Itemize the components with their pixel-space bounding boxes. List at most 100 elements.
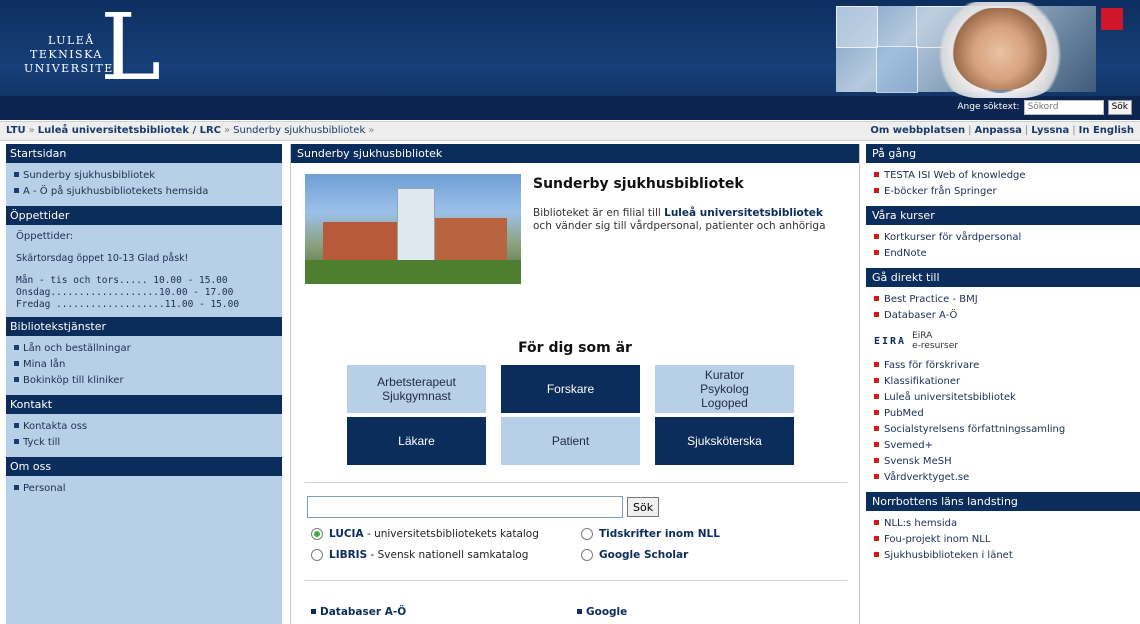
section-startsidan[interactable]: Startsidan	[6, 144, 282, 163]
header-red-square	[1101, 8, 1123, 30]
section-vara-kurser[interactable]: Våra kurser	[866, 206, 1140, 225]
section-pa-gang[interactable]: På gång	[866, 144, 1140, 163]
breadcrumb-separator: »	[224, 125, 231, 136]
ltu-logo[interactable]: L LULEÅ TEKNISKA UNIVERSITET	[8, 2, 178, 98]
bullet-red-square-icon	[874, 361, 879, 367]
audience-heading: För dig som är	[518, 340, 632, 356]
bullet-square-icon	[14, 422, 19, 428]
breadcrumb-library[interactable]: Luleå universitetsbibliotek / LRC	[38, 125, 221, 136]
bullet-square-icon	[14, 187, 19, 193]
right-link-svemed[interactable]: Svemed+	[874, 438, 1132, 454]
left-link-mina-lan[interactable]: Mina lån	[14, 357, 274, 373]
radio-selected-icon[interactable]	[311, 528, 323, 540]
bullet-red-square-icon	[874, 233, 879, 239]
left-link-sunderby[interactable]: Sunderby sjukhusbibliotek	[14, 168, 274, 184]
breadcrumb: LTU» Luleå universitetsbibliotek / LRC» Su…	[6, 125, 377, 136]
catalog-search-button[interactable]: Sök	[627, 497, 660, 517]
radio-icon[interactable]	[311, 549, 323, 561]
bullet-red-square-icon	[874, 409, 879, 415]
right-link-fass[interactable]: Fass för förskrivare	[874, 358, 1132, 374]
role-button-sjukskoterska[interactable]: Sjuksköterska	[655, 417, 794, 465]
breadcrumb-separator: »	[368, 125, 375, 136]
section-ga-direkt-till[interactable]: Gå direkt till	[866, 268, 1140, 287]
right-link-fou-projekt[interactable]: Fou-projekt inom NLL	[874, 532, 1132, 548]
role-button-forskare[interactable]: Forskare	[501, 365, 640, 413]
right-link-lulea-ub[interactable]: Luleå universitetsbibliotek	[874, 390, 1132, 406]
logo-line-2: TEKNISKA	[30, 48, 103, 61]
main-content: Sunderby sjukhusbibliotek Sunderby sjukh…	[290, 144, 860, 624]
left-link-a-o[interactable]: A - Ö på sjukhusbibliotekets hemsida	[14, 184, 274, 200]
role-button-arbetsterapeut[interactable]: Arbetsterapeut Sjukgymnast	[347, 365, 486, 413]
hours-label: Öppettider:	[16, 231, 74, 242]
bullet-square-icon	[14, 171, 19, 177]
bullet-red-square-icon	[874, 519, 879, 525]
catalog-search-input[interactable]	[307, 496, 623, 518]
link-om-webbplatsen[interactable]: Om webbplatsen	[870, 125, 965, 136]
right-link-endnote[interactable]: EndNote	[874, 246, 1132, 262]
hours-row: Mån - tis och tors..... 10.00 - 15.00	[16, 275, 228, 286]
link-lyssna[interactable]: Lyssna	[1031, 125, 1069, 136]
breadcrumb-bar: LTU» Luleå universitetsbibliotek / LRC» Su…	[0, 121, 1140, 141]
hours-row: Fredag ...................11.00 - 15.00	[16, 299, 240, 310]
bullet-square-icon	[577, 608, 582, 614]
right-link-testa-isi[interactable]: TESTA ISI Web of knowledge	[874, 168, 1132, 184]
right-sidebar: På gång TESTA ISI Web of knowledge E-böc…	[866, 144, 1140, 624]
left-link-lan[interactable]: Lån och beställningar	[14, 341, 274, 357]
header-search-label: Ange söktext:	[957, 102, 1020, 112]
link-google[interactable]: Google	[577, 606, 627, 618]
bullet-red-square-icon	[874, 377, 879, 383]
right-link-databaser[interactable]: Databaser A-Ö	[874, 308, 1132, 324]
search-option-lucia[interactable]: LUCIA - universitetsbibliotekets katalog	[311, 528, 539, 540]
header-search-input[interactable]	[1023, 99, 1104, 115]
logo-letter: L	[100, 0, 162, 101]
right-link-nll-hemsida[interactable]: NLL:s hemsida	[874, 516, 1132, 532]
section-om-oss[interactable]: Om oss	[6, 457, 282, 476]
search-option-tidskrifter[interactable]: Tidskrifter inom NLL	[581, 528, 720, 540]
role-button-patient[interactable]: Patient	[501, 417, 640, 465]
bullet-red-square-icon	[874, 187, 879, 193]
top-links: Om webbplatsen | Anpassa | Lyssna | In English	[870, 125, 1134, 136]
right-link-kortkurser[interactable]: Kortkurser för vårdpersonal	[874, 230, 1132, 246]
hospital-photo	[305, 174, 521, 284]
bullet-red-square-icon	[874, 441, 879, 447]
left-link-tyck-till[interactable]: Tyck till	[14, 435, 274, 451]
header-search-button[interactable]: Sök	[1107, 99, 1132, 115]
bullet-red-square-icon	[874, 535, 879, 541]
radio-icon[interactable]	[581, 528, 593, 540]
hours-row: Onsdag...................10.00 - 17.00	[16, 287, 234, 298]
eira-logo-mark: EIRA	[874, 335, 907, 347]
right-link-socialstyrelsen[interactable]: Socialstyrelsens författningssamling	[874, 422, 1132, 438]
right-link-svensk-mesh[interactable]: Svensk MeSH	[874, 454, 1132, 470]
intro-library-link[interactable]: Luleå universitetsbibliotek	[664, 207, 823, 219]
right-link-pubmed[interactable]: PubMed	[874, 406, 1132, 422]
right-link-vardverktyget[interactable]: Vårdverktyget.se	[874, 470, 1132, 486]
left-link-personal[interactable]: Personal	[14, 481, 274, 497]
link-databaser-a-o[interactable]: Databaser A-Ö	[311, 606, 406, 618]
right-link-e-bocker[interactable]: E-böcker från Springer	[874, 184, 1132, 200]
section-norrbottens-lans-landsting[interactable]: Norrbottens läns landsting	[866, 492, 1140, 511]
bullet-square-icon	[14, 484, 19, 490]
left-link-kontakta-oss[interactable]: Kontakta oss	[14, 419, 274, 435]
search-option-google-scholar[interactable]: Google Scholar	[581, 549, 688, 561]
radio-icon[interactable]	[581, 549, 593, 561]
section-oppettider[interactable]: Öppettider	[6, 206, 282, 225]
breadcrumb-ltu[interactable]: LTU	[6, 125, 26, 136]
search-option-libris[interactable]: LIBRIS - Svensk nationell samkatalog	[311, 549, 528, 561]
role-button-lakare[interactable]: Läkare	[347, 417, 486, 465]
header-photo-face	[952, 8, 1048, 90]
section-kontakt[interactable]: Kontakt	[6, 395, 282, 414]
right-link-sjukhusbiblioteken[interactable]: Sjukhusbiblioteken i länet	[874, 548, 1132, 564]
bullet-red-square-icon	[874, 311, 879, 317]
bullet-red-square-icon	[874, 473, 879, 479]
link-anpassa[interactable]: Anpassa	[974, 125, 1021, 136]
link-in-english[interactable]: In English	[1079, 125, 1134, 136]
logo-line-1: LULEÅ	[48, 34, 95, 47]
eira-logo[interactable]: EIRA EiRA e-resurser	[874, 324, 1132, 358]
left-link-bokinkop[interactable]: Bokinköp till kliniker	[14, 373, 274, 389]
intro-text: Biblioteket är en filial till Luleå univ…	[533, 207, 826, 232]
right-link-best-practice[interactable]: Best Practice - BMJ	[874, 292, 1132, 308]
section-bibliotekstjanster[interactable]: Bibliotekstjänster	[6, 317, 282, 336]
bullet-red-square-icon	[874, 393, 879, 399]
right-link-klassifikationer[interactable]: Klassifikationer	[874, 374, 1132, 390]
role-button-kurator[interactable]: Kurator Psykolog Logoped	[655, 365, 794, 413]
